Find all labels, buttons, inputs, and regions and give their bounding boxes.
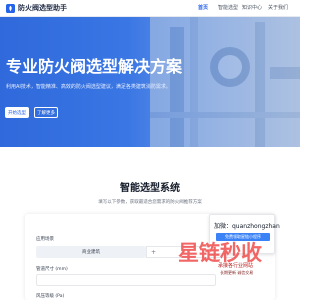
hero-subtitle: 利用AI技术，智能精准、高效的防火阀选型建议，满足各类建筑消防需求。 bbox=[6, 84, 171, 90]
nav-link-knowledge-center[interactable]: 知识中心 bbox=[242, 5, 262, 12]
logo-icon[interactable] bbox=[6, 4, 15, 13]
usage-scenario-label: 应用场景 bbox=[36, 237, 54, 242]
nav-link-about[interactable]: 关于我们 bbox=[268, 5, 288, 12]
watermark-note: 长期更新 诚信交易 bbox=[220, 270, 254, 275]
brand-name[interactable]: 防火阀选型助手 bbox=[18, 4, 67, 13]
usage-option-commercial[interactable]: 商业建筑 bbox=[36, 246, 146, 258]
top-navbar: 防火阀选型助手 首页 智能选型 知识中心 关于我们 bbox=[0, 0, 300, 17]
hero-title: 专业防火阀选型解决方案 bbox=[6, 57, 183, 76]
hero-banner: 专业防火阀选型解决方案 利用AI技术，智能精准、高效的防火阀选型建议，满足各类建… bbox=[0, 17, 300, 147]
learn-more-button[interactable]: 了解更多 bbox=[34, 107, 58, 118]
section-title: 智能选型系统 bbox=[120, 183, 180, 194]
start-selection-button[interactable]: 开始选型 bbox=[5, 107, 29, 118]
popup-contact-text: 加微：quanzhongzhan bbox=[214, 223, 280, 230]
duct-size-input[interactable] bbox=[36, 274, 216, 286]
duct-size-label: 管道尺寸 (mm) bbox=[36, 267, 68, 272]
section-subtitle: 填写以下参数，获取最适合您需求的防火阀推荐方案 bbox=[98, 200, 202, 205]
nav-link-smart-selection[interactable]: 智能选型 bbox=[218, 5, 238, 12]
hero-background-photo bbox=[150, 17, 300, 147]
watermark-subtitle: 承接各行业网站 bbox=[218, 263, 254, 269]
pressure-level-label: 风压等级 (Pa) bbox=[36, 294, 65, 299]
nav-link-home[interactable]: 首页 bbox=[198, 5, 208, 12]
